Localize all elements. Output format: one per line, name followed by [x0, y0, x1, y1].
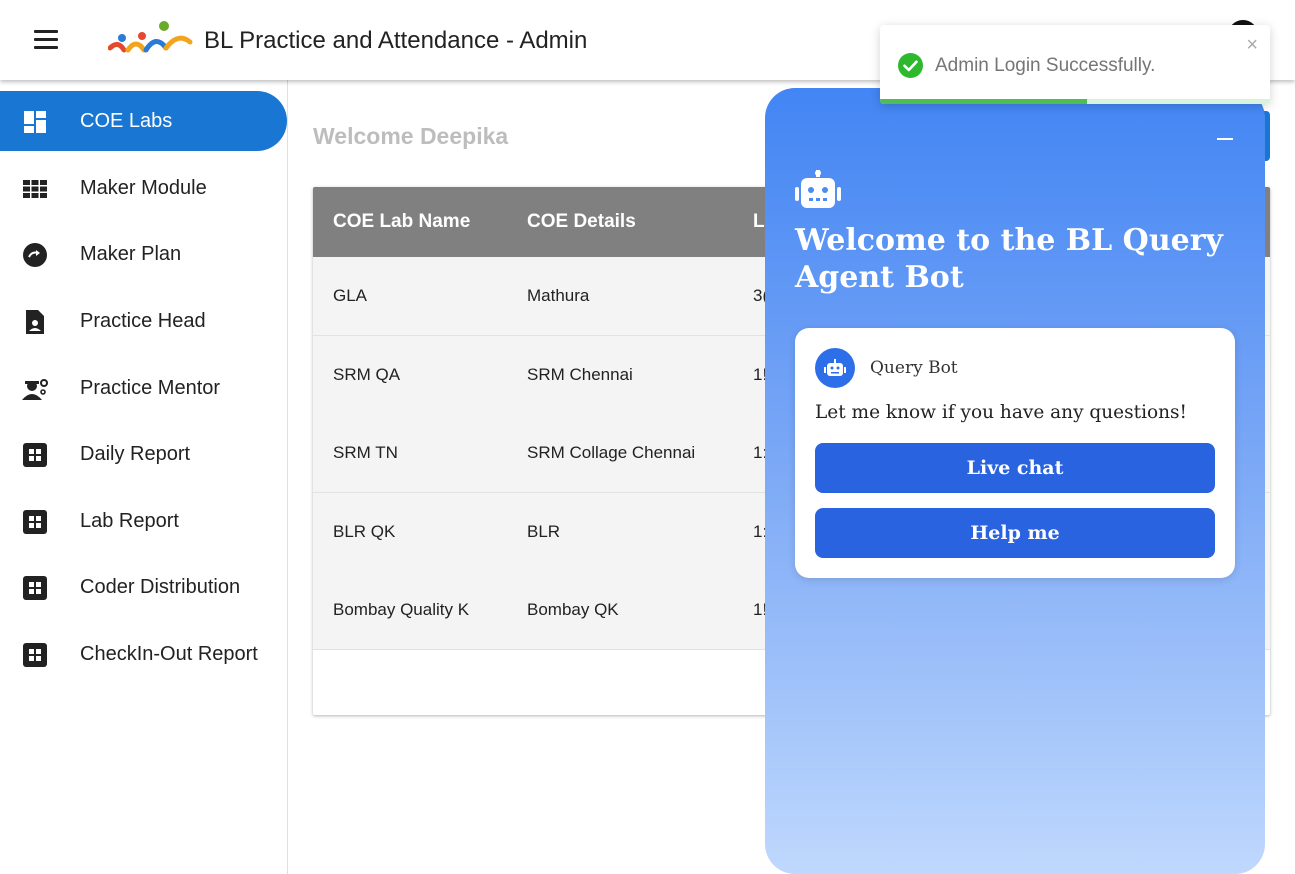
- minimize-icon[interactable]: [1215, 128, 1235, 144]
- check-circle-icon: [898, 53, 923, 78]
- toast-message: Admin Login Successfully.: [935, 55, 1156, 76]
- toast-progress-bar: [880, 99, 1087, 104]
- cell-lab-name: SRM QA: [333, 365, 401, 384]
- cell-lab-name: SRM TN: [333, 443, 398, 462]
- cell-lab-details: SRM Collage Chennai: [527, 443, 696, 462]
- apps-grid-icon: [23, 576, 47, 600]
- refresh-circle-icon: [23, 243, 47, 267]
- cell-lab-details: BLR: [527, 522, 561, 541]
- hamburger-menu-icon[interactable]: [32, 28, 62, 52]
- bot-name: Query Bot: [870, 358, 958, 378]
- apps-grid-icon: [23, 510, 47, 534]
- live-chat-button[interactable]: Live chat: [815, 443, 1215, 493]
- sidebar-item-label: COE Labs: [80, 110, 173, 132]
- sidebar-item-maker-module[interactable]: Maker Module: [0, 158, 287, 218]
- bot-message: Let me know if you have any questions!: [815, 402, 1187, 423]
- grid-icon: [23, 180, 47, 198]
- sidebar-item-label: Practice Head: [80, 310, 206, 332]
- column-header[interactable]: COE Lab Name: [333, 211, 470, 233]
- chatbot-panel: Welcome to the BL Query Agent Bot Query …: [765, 88, 1265, 874]
- sidebar-item-label: CheckIn-Out Report: [80, 643, 258, 665]
- column-header[interactable]: L: [753, 211, 765, 233]
- sidebar-item-maker-plan[interactable]: Maker Plan: [0, 224, 287, 284]
- cell-lab-details: Mathura: [527, 286, 590, 305]
- sidebar-item-daily-report[interactable]: Daily Report: [0, 424, 287, 484]
- sidebar-item-label: Lab Report: [80, 510, 179, 532]
- chatbot-heading: Welcome to the BL Query Agent Bot: [795, 223, 1223, 295]
- sidebar-item-label: Daily Report: [80, 443, 191, 465]
- welcome-heading: Welcome Deepika: [313, 123, 509, 149]
- cell-lab-name: BLR QK: [333, 522, 396, 541]
- cell-lab-name: GLA: [333, 286, 368, 305]
- cell-lab-name: Bombay Quality K: [333, 600, 470, 619]
- bot-avatar: [815, 348, 855, 388]
- help-me-button[interactable]: Help me: [815, 508, 1215, 558]
- engineer-icon: [22, 379, 48, 400]
- chat-message-card: Query Bot Let me know if you have any qu…: [795, 328, 1235, 578]
- dashboard-icon: [24, 111, 46, 133]
- app-title: BL Practice and Attendance - Admin: [204, 27, 588, 54]
- sidebar-item-practice-head[interactable]: Practice Head: [0, 291, 287, 351]
- sidebar-item-label: Maker Module: [80, 177, 207, 199]
- success-toast: Admin Login Successfully. ×: [880, 25, 1270, 104]
- sidebar-item-label: Maker Plan: [80, 243, 182, 265]
- cell-lab-details: Bombay QK: [527, 600, 619, 619]
- people-logo-icon: [108, 21, 193, 53]
- sidebar-item-checkin-out-report[interactable]: CheckIn-Out Report: [0, 624, 287, 684]
- sidebar-item-label: Practice Mentor: [80, 377, 221, 399]
- column-header[interactable]: COE Details: [527, 211, 636, 233]
- apps-grid-icon: [23, 643, 47, 667]
- sidebar-item-practice-mentor[interactable]: Practice Mentor: [0, 358, 287, 418]
- sidebar-item-coder-distribution[interactable]: Coder Distribution: [0, 557, 287, 617]
- apps-grid-icon: [23, 443, 47, 467]
- sidebar: COE Labs Maker Module Maker Plan Practic…: [0, 80, 288, 874]
- robot-icon: [824, 359, 846, 376]
- sidebar-item-label: Coder Distribution: [80, 576, 241, 598]
- sidebar-item-coe-labs[interactable]: COE Labs: [0, 91, 287, 151]
- toast-progress-track: [880, 99, 1270, 104]
- badge-document-icon: [26, 310, 44, 334]
- cell-lab-details: SRM Chennai: [527, 365, 633, 384]
- close-icon[interactable]: ×: [1246, 35, 1258, 55]
- sidebar-item-lab-report[interactable]: Lab Report: [0, 491, 287, 551]
- robot-icon: [795, 170, 841, 208]
